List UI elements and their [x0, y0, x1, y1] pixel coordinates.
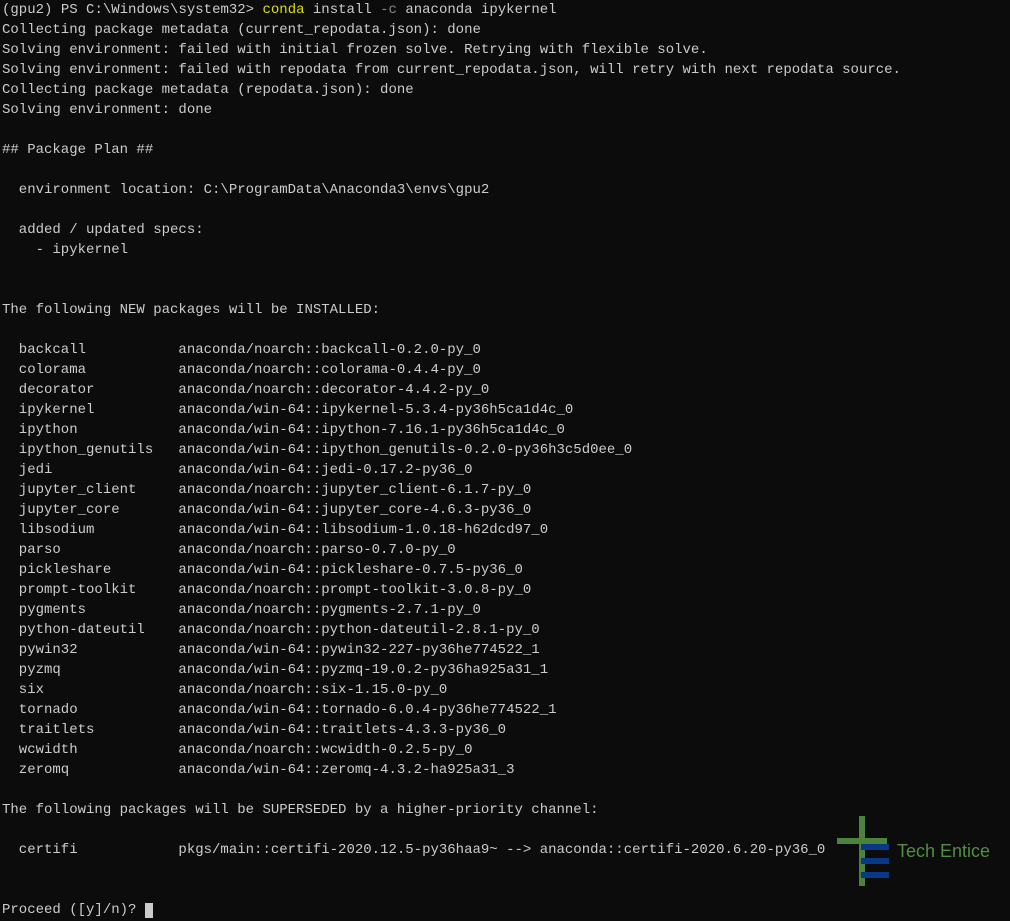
package-row: decorator anaconda/noarch::decorator-4.4…: [2, 380, 1010, 400]
blank-line: [2, 200, 1010, 220]
package-row: parso anaconda/noarch::parso-0.7.0-py_0: [2, 540, 1010, 560]
output-line: Solving environment: failed with repodat…: [2, 60, 1010, 80]
package-row: jupyter_core anaconda/win-64::jupyter_co…: [2, 500, 1010, 520]
package-row: ipykernel anaconda/win-64::ipykernel-5.3…: [2, 400, 1010, 420]
package-row: wcwidth anaconda/noarch::wcwidth-0.2.5-p…: [2, 740, 1010, 760]
package-row: six anaconda/noarch::six-1.15.0-py_0: [2, 680, 1010, 700]
cmd-arg2: ipykernel: [481, 2, 557, 18]
package-row: colorama anaconda/noarch::colorama-0.4.4…: [2, 360, 1010, 380]
package-list: backcall anaconda/noarch::backcall-0.2.0…: [2, 340, 1010, 780]
cmd-main: conda: [262, 2, 304, 18]
package-row: pickleshare anaconda/win-64::pickleshare…: [2, 560, 1010, 580]
added-specs: added / updated specs:: [2, 220, 1010, 240]
package-row: pyzmq anaconda/win-64::pyzmq-19.0.2-py36…: [2, 660, 1010, 680]
package-row: prompt-toolkit anaconda/noarch::prompt-t…: [2, 580, 1010, 600]
spec-item: - ipykernel: [2, 240, 1010, 260]
package-row: python-dateutil anaconda/noarch::python-…: [2, 620, 1010, 640]
output-line: Solving environment: done: [2, 100, 1010, 120]
package-row: pygments anaconda/noarch::pygments-2.7.1…: [2, 600, 1010, 620]
output-line: Collecting package metadata (current_rep…: [2, 20, 1010, 40]
blank-line: [2, 120, 1010, 140]
prompt-line: (gpu2) PS C:\Windows\system32> conda ins…: [2, 0, 1010, 20]
new-packages-header: The following NEW packages will be INSTA…: [2, 300, 1010, 320]
blank-line: [2, 260, 1010, 280]
watermark-text: Tech Entice: [897, 841, 990, 861]
output-line: Collecting package metadata (repodata.js…: [2, 80, 1010, 100]
blank-line: [2, 160, 1010, 180]
package-row: jupyter_client anaconda/noarch::jupyter_…: [2, 480, 1010, 500]
package-row: zeromq anaconda/win-64::zeromq-4.3.2-ha9…: [2, 760, 1010, 780]
env-label: (gpu2): [2, 2, 52, 18]
watermark: Tech Entice: [831, 816, 990, 886]
output-line: Solving environment: failed with initial…: [2, 40, 1010, 60]
package-row: ipython_genutils anaconda/win-64::ipytho…: [2, 440, 1010, 460]
cmd-flag: -c: [380, 2, 397, 18]
watermark-icon: [831, 816, 891, 886]
proceed-text: Proceed ([y]/n)?: [2, 902, 145, 918]
package-row: libsodium anaconda/win-64::libsodium-1.0…: [2, 520, 1010, 540]
env-location: environment location: C:\ProgramData\Ana…: [2, 180, 1010, 200]
path-label: C:\Windows\system32>: [86, 2, 254, 18]
cmd-arg1: anaconda: [405, 2, 472, 18]
package-row: backcall anaconda/noarch::backcall-0.2.0…: [2, 340, 1010, 360]
package-row: traitlets anaconda/win-64::traitlets-4.3…: [2, 720, 1010, 740]
package-row: jedi anaconda/win-64::jedi-0.17.2-py36_0: [2, 460, 1010, 480]
plan-header: ## Package Plan ##: [2, 140, 1010, 160]
cmd-install: install: [313, 2, 372, 18]
cursor-icon: [145, 903, 153, 918]
proceed-prompt[interactable]: Proceed ([y]/n)?: [2, 900, 1010, 920]
blank-line: [2, 780, 1010, 800]
ps-label: PS: [61, 2, 78, 18]
package-row: ipython anaconda/win-64::ipython-7.16.1-…: [2, 420, 1010, 440]
package-row: pywin32 anaconda/win-64::pywin32-227-py3…: [2, 640, 1010, 660]
package-row: tornado anaconda/win-64::tornado-6.0.4-p…: [2, 700, 1010, 720]
blank-line: [2, 280, 1010, 300]
blank-line: [2, 320, 1010, 340]
